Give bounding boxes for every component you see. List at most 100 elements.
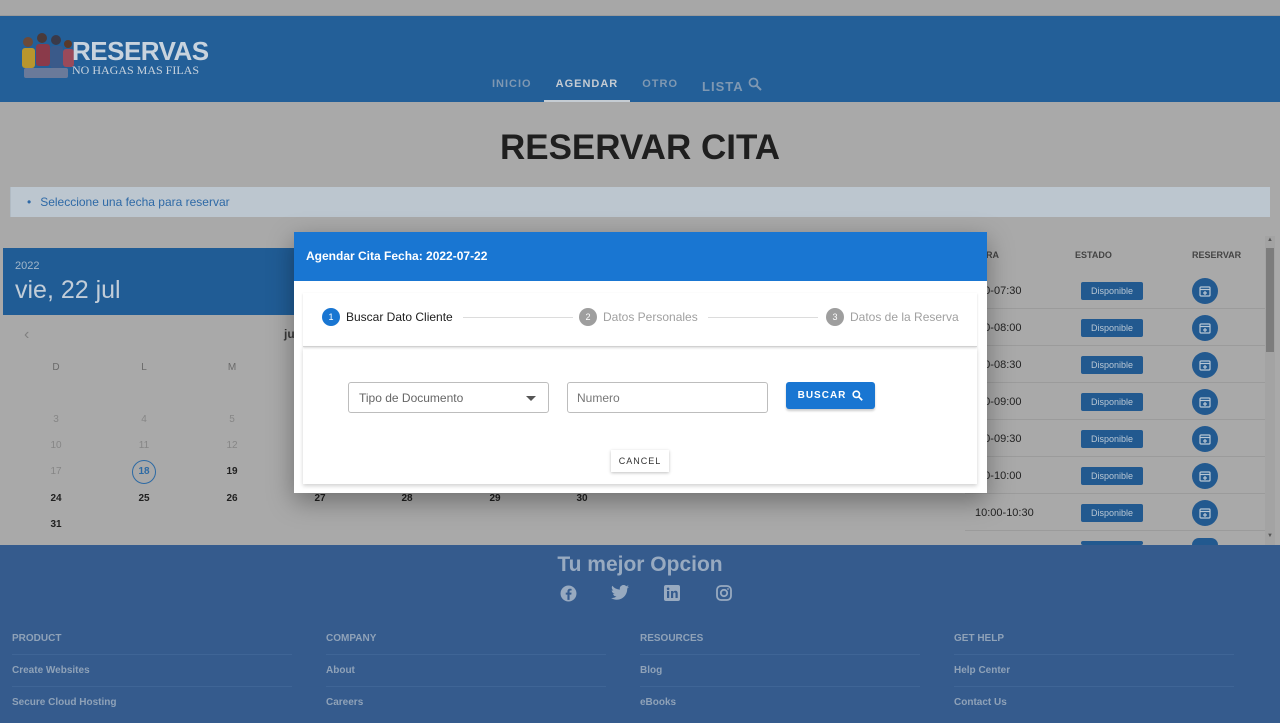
linkedin-icon[interactable] [656, 585, 688, 603]
nav-agendar[interactable]: AGENDAR [543, 72, 631, 102]
footer-column: PRODUCT Create Websites Secure Cloud Hosti… [12, 633, 292, 718]
footer-link[interactable]: About [326, 665, 606, 687]
book-slot-button[interactable] [1192, 538, 1218, 545]
site-header: RESERVAS NO HAGAS MAS FILAS INICIO AGEND… [0, 16, 1280, 102]
calendar-add-icon [1199, 397, 1211, 408]
footer-column-heading: COMPANY [326, 633, 606, 655]
step-label-1: Buscar Dato Cliente [346, 310, 453, 324]
footer-link[interactable]: eBooks [640, 697, 920, 718]
search-button[interactable]: BUSCAR [786, 382, 875, 409]
status-badge: Disponible [1081, 393, 1143, 411]
book-slot-button[interactable] [1192, 315, 1218, 341]
scroll-up-icon[interactable]: ▲ [1266, 237, 1274, 243]
page-title: RESERVAR CITA [499, 128, 781, 167]
calendar-day[interactable]: 30 [567, 493, 597, 504]
nav-inicio[interactable]: INICIO [480, 72, 544, 102]
alert-text: Seleccione una fecha para reservar [27, 195, 229, 209]
calendar-day[interactable]: 29 [480, 493, 510, 504]
chevron-left-icon[interactable]: ‹ [24, 326, 29, 344]
table-row: :30-09:00 Disponible [965, 383, 1265, 420]
col-header-reservar: RESERVAR [1192, 250, 1242, 260]
browser-top-strip [0, 0, 1280, 16]
calendar-day: 12 [226, 440, 238, 451]
calendar-day[interactable]: 26 [217, 493, 247, 504]
brand-logo[interactable]: RESERVAS NO HAGAS MAS FILAS [16, 28, 209, 88]
calendar-add-icon [1199, 323, 1211, 334]
info-alert: Seleccione una fecha para reservar [10, 187, 1270, 217]
caret-down-icon [526, 396, 536, 401]
calendar-day: 17 [50, 466, 62, 477]
weekday-label: L [141, 362, 147, 373]
calendar-day: 3 [53, 414, 59, 425]
cancel-button[interactable]: CANCEL [611, 450, 669, 472]
calendar-day: 10 [50, 440, 62, 451]
book-slot-button[interactable] [1192, 278, 1218, 304]
calendar-day[interactable]: 19 [217, 466, 247, 477]
footer-column-heading: PRODUCT [12, 633, 292, 655]
main-nav: INICIO AGENDAR OTRO LISTA [480, 72, 774, 102]
weekday-label: M [227, 362, 237, 373]
col-header-estado: ESTADO [1075, 250, 1112, 260]
status-badge: Disponible [1081, 430, 1143, 448]
footer-link[interactable]: Contact Us [954, 697, 1234, 718]
date-picker-header: 2022 vie, 22 jul [3, 248, 295, 315]
calendar-day[interactable]: 28 [392, 493, 422, 504]
step-datos-de-la-reserva[interactable]: 3 Datos de la Reserva [826, 308, 959, 326]
document-type-select[interactable]: Tipo de Documento [348, 382, 549, 413]
table-row: :30-10:00 Disponible [965, 457, 1265, 494]
book-slot-button[interactable] [1192, 500, 1218, 526]
footer-link[interactable]: Secure Cloud Hosting [12, 697, 292, 718]
book-slot-button[interactable] [1192, 426, 1218, 452]
footer-column: RESOURCES Blog eBooks [640, 633, 920, 718]
scroll-down-icon[interactable]: ▼ [1266, 533, 1274, 539]
calendar-add-icon [1199, 360, 1211, 371]
book-slot-button[interactable] [1192, 463, 1218, 489]
search-icon [748, 77, 762, 91]
search-icon [852, 390, 864, 401]
nav-lista-label: LISTA [702, 79, 744, 94]
calendar-day[interactable]: 25 [129, 493, 159, 504]
footer-link[interactable]: Blog [640, 665, 920, 687]
footer-link[interactable]: Careers [326, 697, 606, 718]
scrollbar-thumb[interactable] [1266, 248, 1274, 352]
table-row: :00-08:30 Disponible [965, 346, 1265, 383]
calendar-add-icon [1199, 471, 1211, 482]
footer-title: Tu mejor Opcion [557, 553, 723, 576]
book-slot-button[interactable] [1192, 352, 1218, 378]
table-row: :00-07:30 Disponible [965, 272, 1265, 309]
calendar-day[interactable]: 31 [41, 519, 71, 530]
twitter-icon[interactable] [604, 585, 636, 603]
calendar-day[interactable]: 27 [305, 493, 335, 504]
document-type-placeholder: Tipo de Documento [359, 391, 464, 405]
footer-column: GET HELP Help Center Contact Us [954, 633, 1234, 718]
book-slot-button[interactable] [1192, 389, 1218, 415]
weekday-label: D [52, 362, 60, 373]
instagram-icon[interactable] [708, 585, 740, 603]
search-button-label: BUSCAR [797, 390, 847, 401]
social-links [552, 585, 740, 603]
nav-otro[interactable]: OTRO [630, 72, 690, 102]
brand-subtitle: NO HAGAS MAS FILAS [72, 63, 200, 77]
step-buscar-dato-cliente[interactable]: 1 Buscar Dato Cliente [322, 308, 453, 326]
calendar-day[interactable]: 24 [41, 493, 71, 504]
footer-column-heading: GET HELP [954, 633, 1234, 655]
calendar-add-icon [1199, 434, 1211, 445]
step-number-3: 3 [826, 308, 844, 326]
status-badge: Disponible [1081, 319, 1143, 337]
facebook-icon[interactable] [552, 585, 584, 603]
step-label-2: Datos Personales [603, 310, 698, 324]
footer-link[interactable]: Create Websites [12, 665, 292, 687]
dialog-title: Agendar Cita Fecha: 2022-07-22 [306, 249, 488, 263]
stepper: 1 Buscar Dato Cliente 2 Datos Personales… [303, 293, 977, 347]
date-picker-year[interactable]: 2022 [15, 260, 39, 272]
status-badge: Disponible [1081, 467, 1143, 485]
footer-link[interactable]: Help Center [954, 665, 1234, 687]
step-datos-personales[interactable]: 2 Datos Personales [579, 308, 698, 326]
calendar-day[interactable]: 18 [132, 460, 156, 484]
step-number-1: 1 [322, 308, 340, 326]
document-number-input[interactable] [567, 382, 768, 413]
nav-lista[interactable]: LISTA [690, 72, 774, 102]
search-client-form: Tipo de Documento BUSCAR CANCEL [303, 347, 977, 484]
step-connector [708, 317, 818, 318]
slot-time: 10:00-10:30 [975, 507, 1034, 519]
